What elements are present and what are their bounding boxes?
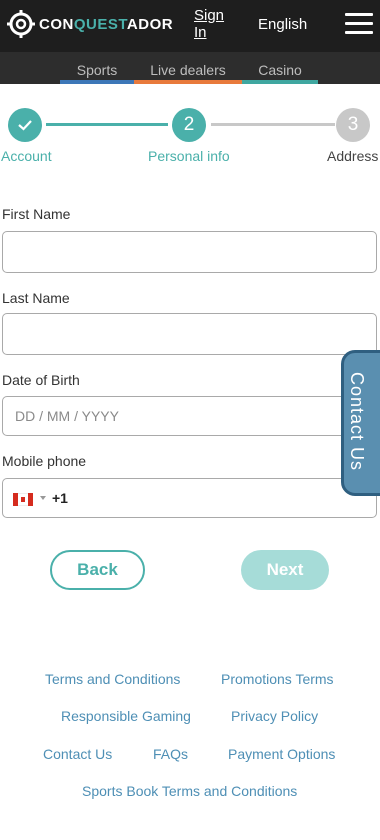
brand-name: CONQUESTADOR xyxy=(39,15,174,33)
last-name-input[interactable] xyxy=(2,313,377,355)
date-of-birth-label: Date of Birth xyxy=(2,372,80,388)
date-of-birth-input[interactable] xyxy=(2,396,377,436)
category-nav: Sports Live dealers Casino xyxy=(0,52,380,84)
next-button[interactable]: Next xyxy=(241,550,329,590)
step-connector-complete xyxy=(46,123,168,126)
step-2-label: Personal info xyxy=(148,148,230,164)
hamburger-menu-icon[interactable] xyxy=(345,13,373,35)
step-3-circle: 3 xyxy=(336,108,370,142)
compass-logo-icon xyxy=(7,10,35,38)
nav-item-label: Live dealers xyxy=(150,62,226,78)
nav-item-underline xyxy=(60,80,134,84)
mobile-phone-field[interactable]: +1 xyxy=(2,478,377,518)
footer-link-payment-options[interactable]: Payment Options xyxy=(228,746,335,762)
sign-in-link[interactable]: Sign In xyxy=(194,7,230,41)
step-2-circle: 2 xyxy=(172,108,206,142)
step-1-circle xyxy=(8,108,42,142)
checkmark-icon xyxy=(18,120,32,131)
nav-item-casino[interactable]: Casino xyxy=(242,52,318,84)
first-name-label: First Name xyxy=(2,206,71,222)
last-name-label: Last Name xyxy=(2,290,70,306)
footer-link-responsible-gaming[interactable]: Responsible Gaming xyxy=(61,708,191,724)
footer-link-faqs[interactable]: FAQs xyxy=(153,746,188,762)
top-header: CONQUESTADOR Sign In English xyxy=(0,0,380,52)
chevron-down-icon[interactable] xyxy=(40,496,46,500)
nav-item-label: Casino xyxy=(258,62,302,78)
step-3-label: Address xyxy=(327,148,379,164)
brand-logo[interactable]: CONQUESTADOR xyxy=(6,9,173,39)
contact-us-tab-label: Contact Us xyxy=(347,372,367,472)
first-name-input[interactable] xyxy=(2,231,377,273)
back-button[interactable]: Back xyxy=(50,550,145,590)
step-connector-pending xyxy=(211,123,335,126)
step-1-label: Account xyxy=(1,148,52,164)
nav-item-sports[interactable]: Sports xyxy=(60,52,134,84)
footer-link-sportsbook-terms[interactable]: Sports Book Terms and Conditions xyxy=(82,783,297,799)
footer-link-promotions-terms[interactable]: Promotions Terms xyxy=(221,671,334,687)
footer-link-terms[interactable]: Terms and Conditions xyxy=(45,671,180,687)
footer-link-privacy-policy[interactable]: Privacy Policy xyxy=(231,708,318,724)
nav-item-label: Sports xyxy=(76,62,118,78)
canada-flag-icon[interactable] xyxy=(13,493,33,506)
mobile-phone-label: Mobile phone xyxy=(2,453,87,469)
dial-code: +1 xyxy=(52,490,68,506)
nav-item-underline xyxy=(134,80,242,84)
footer-link-contact-us[interactable]: Contact Us xyxy=(43,746,112,762)
nav-item-live-dealers[interactable]: Live dealers xyxy=(134,52,242,84)
nav-item-underline xyxy=(242,80,318,84)
language-selector[interactable]: English xyxy=(258,16,307,33)
